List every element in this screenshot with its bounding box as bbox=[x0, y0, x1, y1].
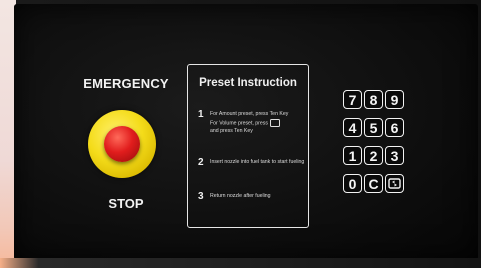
key-7[interactable]: 7 bbox=[343, 90, 362, 109]
key-0[interactable]: 0 bbox=[343, 174, 362, 193]
key-2[interactable]: 2 bbox=[364, 146, 383, 165]
key-5[interactable]: 5 bbox=[364, 118, 383, 137]
key-1[interactable]: 1 bbox=[343, 146, 362, 165]
step-number: 1 bbox=[198, 109, 204, 120]
key-8[interactable]: 8 bbox=[364, 90, 383, 109]
preset-instruction-box: Preset Instruction 1 For Amount preset, … bbox=[187, 64, 309, 228]
volume-preset-key[interactable] bbox=[385, 174, 404, 193]
step-1-line-b: For Volume preset, press bbox=[210, 119, 268, 126]
step-number: 3 bbox=[198, 191, 204, 202]
step-number: 2 bbox=[198, 157, 204, 168]
emergency-stop-button[interactable] bbox=[104, 126, 140, 162]
step-1-line-a: For Amount preset, press Ten Key bbox=[210, 111, 289, 117]
step-text: Insert nozzle into fuel tank to start fu… bbox=[210, 159, 305, 165]
ten-key-keypad: 7 8 9 4 5 6 1 2 3 0 C bbox=[343, 90, 421, 194]
emergency-title: EMERGENCY bbox=[83, 76, 169, 91]
step-text: Return nozzle after fueling bbox=[210, 193, 271, 199]
key-6[interactable]: 6 bbox=[385, 118, 404, 137]
volume-preset-icon bbox=[270, 118, 281, 127]
step-text: For Amount preset, press Ten Key For Vol… bbox=[210, 110, 306, 136]
bottom-edge-background bbox=[0, 258, 481, 268]
volume-preset-icon bbox=[388, 177, 401, 190]
step-1-line-c: and press Ten Key bbox=[210, 128, 253, 135]
key-clear[interactable]: C bbox=[364, 174, 383, 193]
stop-label: STOP bbox=[108, 196, 144, 211]
preset-instruction-title: Preset Instruction bbox=[199, 77, 297, 89]
key-9[interactable]: 9 bbox=[385, 90, 404, 109]
key-3[interactable]: 3 bbox=[385, 146, 404, 165]
key-4[interactable]: 4 bbox=[343, 118, 362, 137]
